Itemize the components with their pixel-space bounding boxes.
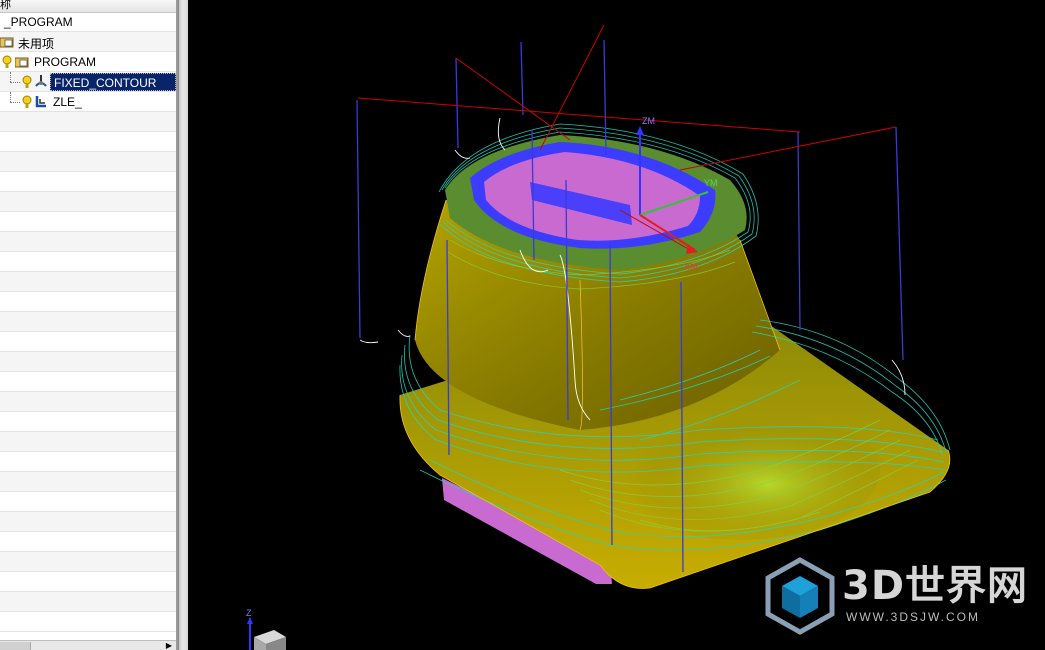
empty-row — [0, 192, 176, 212]
empty-row — [0, 252, 176, 272]
empty-row — [0, 312, 176, 332]
wcs-y-label: YM — [704, 178, 718, 188]
empty-row — [0, 372, 176, 392]
fixed-contour-operation-icon — [34, 74, 48, 90]
folder-icon — [0, 36, 14, 48]
empty-row — [0, 592, 176, 612]
empty-row — [0, 132, 176, 152]
empty-row — [0, 572, 176, 592]
base-highlight — [600, 400, 880, 540]
empty-row — [0, 532, 176, 552]
empty-row — [0, 352, 176, 372]
empty-row — [0, 432, 176, 452]
empty-row — [0, 172, 176, 192]
empty-row — [0, 412, 176, 432]
zlevel-operation-icon — [34, 94, 48, 110]
empty-row — [0, 292, 176, 312]
tree-connector — [10, 72, 11, 82]
operation-navigator: 称 _PROGRAM 未用项 PROGRAM FIXED_CONTOUR ZLE… — [0, 0, 178, 650]
empty-row — [0, 232, 176, 252]
empty-row — [0, 552, 176, 572]
tree-node-label: ZLE_ — [53, 95, 82, 109]
empty-row — [0, 472, 176, 492]
empty-row — [0, 212, 176, 232]
tree-node-unused-items[interactable]: 未用项 — [0, 32, 176, 52]
tree-node-zlevel[interactable]: ZLE_ — [0, 92, 176, 112]
folder-icon — [14, 56, 29, 68]
model-canvas[interactable]: ZM YM XM Z — [188, 0, 1045, 650]
empty-row — [0, 452, 176, 472]
status-bulb-icon — [22, 75, 32, 89]
empty-row — [0, 332, 176, 352]
triad-z-label: Z — [246, 608, 252, 618]
tree-node-program[interactable]: PROGRAM — [0, 52, 176, 72]
scroll-right-arrow-icon[interactable]: ▶ — [166, 641, 172, 650]
graphics-viewport[interactable]: ZM YM XM Z 3D世界网 WWW.3DSJW.COM — [188, 0, 1045, 650]
tree-node-label: 未用项 — [18, 37, 55, 51]
tree-connector — [10, 92, 11, 102]
tree-connector — [10, 102, 20, 103]
tree-node-label: FIXED_CONTOUR — [54, 76, 157, 90]
watermark-title: 3D世界网 — [842, 563, 1029, 609]
column-header-label: 称 — [0, 0, 11, 11]
empty-row — [0, 512, 176, 532]
selected-highlight: FIXED_CONTOUR — [50, 73, 176, 91]
status-bulb-icon — [2, 55, 12, 69]
tree-node-fixed-contour[interactable]: FIXED_CONTOUR — [0, 72, 176, 92]
tree-connector — [10, 82, 20, 83]
scrollbar-thumb[interactable] — [0, 642, 31, 650]
horizontal-scrollbar[interactable]: ▶ — [0, 640, 176, 650]
watermark-url: WWW.3DSJW.COM — [846, 610, 980, 624]
wcs-z-label: ZM — [642, 116, 655, 126]
empty-row — [0, 152, 176, 172]
empty-row — [0, 612, 176, 632]
status-bulb-icon — [22, 95, 32, 109]
tree-node-root-program[interactable]: _PROGRAM — [0, 12, 176, 32]
view-triad: Z — [246, 608, 286, 650]
navigator-tree: _PROGRAM 未用项 PROGRAM FIXED_CONTOUR ZLE_ — [0, 12, 176, 640]
wcs-x-label: XM — [684, 262, 698, 272]
3dsjw-logo-icon — [760, 556, 840, 636]
empty-row — [0, 112, 176, 132]
tree-node-label: PROGRAM — [34, 55, 97, 69]
empty-row — [0, 492, 176, 512]
empty-row — [0, 392, 176, 412]
tree-node-label: _PROGRAM — [4, 15, 73, 29]
empty-row — [0, 272, 176, 292]
